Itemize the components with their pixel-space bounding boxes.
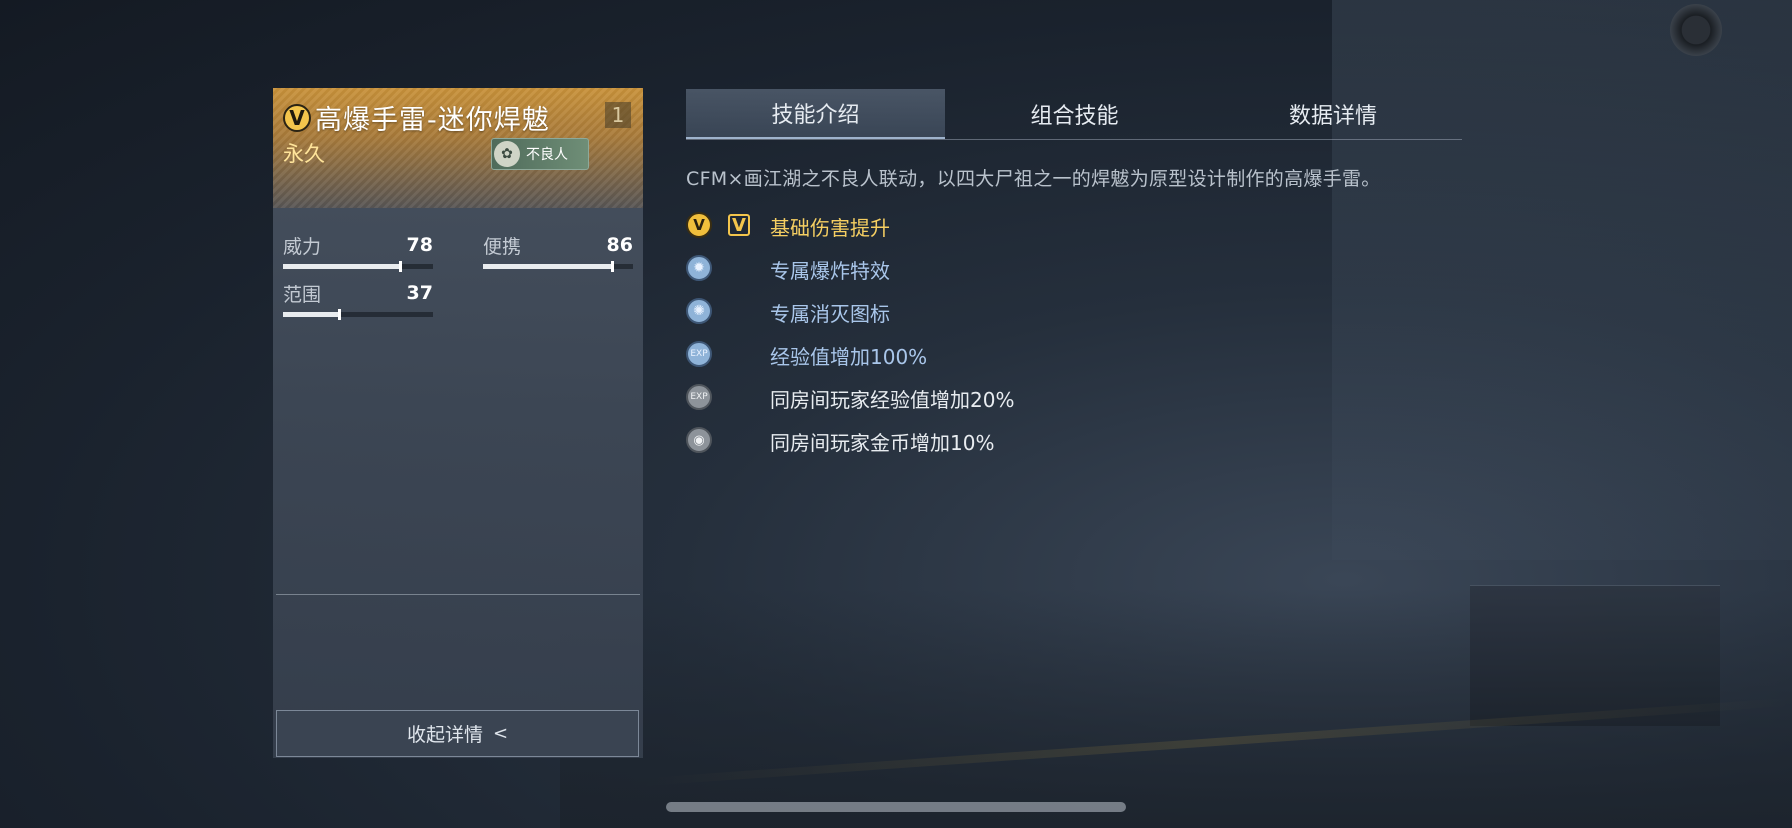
item-title-row: V 高爆手雷-迷你焊魃 (283, 98, 550, 137)
stat-range: 范围 37 (283, 280, 433, 320)
item-card-header: V 高爆手雷-迷你焊魃 1 永久 ✿ 不良人 (273, 88, 643, 208)
stat-label: 范围 (283, 284, 322, 306)
collab-emblem-icon: ✿ (494, 141, 520, 167)
skill-description: CFM×画江湖之不良人联动，以四大尸祖之一的焊魃为原型设计制作的高爆手雷。 (686, 168, 1381, 190)
stat-portability: 便携 86 (483, 232, 633, 272)
collab-tag-badge: ✿ 不良人 (491, 138, 589, 170)
room-coin-icon: ◉ (686, 427, 712, 453)
collapse-details-label: 收起详情 (406, 724, 483, 746)
stat-label: 威力 (283, 236, 322, 258)
stat-bar-fill (283, 261, 402, 272)
v-emblem-icon: V (728, 214, 750, 236)
home-indicator[interactable] (666, 802, 1126, 812)
stat-value: 37 (406, 282, 433, 304)
tab-skill-intro[interactable]: 技能介绍 (686, 89, 945, 139)
corner-round-button[interactable] (1670, 4, 1722, 56)
card-divider (276, 594, 640, 595)
item-detail-card: V 高爆手雷-迷你焊魃 1 永久 ✿ 不良人 威力 78 便携 86 范围 37… (273, 88, 643, 758)
exp-icon: EXP (686, 341, 712, 367)
skill-label: 基础伤害提升 (770, 216, 890, 240)
tab-combo-skills[interactable]: 组合技能 (945, 89, 1204, 139)
background-floor-stripe (641, 697, 1791, 787)
background-crate (1470, 585, 1720, 726)
room-exp-icon: EXP (686, 384, 712, 410)
stat-value: 86 (606, 234, 633, 256)
stat-power: 威力 78 (283, 232, 433, 272)
detail-tabs: 技能介绍 组合技能 数据详情 (686, 89, 1462, 140)
item-title: 高爆手雷-迷你焊魃 (315, 105, 550, 136)
background-window (1332, 0, 1792, 560)
skill-label: 专属爆炸特效 (770, 259, 890, 283)
kill-icon-icon: ✺ (686, 298, 712, 324)
stat-bar (283, 309, 433, 320)
skill-label: 同房间玩家金币增加10% (770, 431, 995, 455)
stat-bar-fill (283, 309, 340, 320)
stat-value: 78 (406, 234, 433, 256)
skill-label: 经验值增加100% (770, 345, 928, 369)
tab-data-details[interactable]: 数据详情 (1204, 89, 1462, 139)
skill-label: 同房间玩家经验值增加20% (770, 388, 1015, 412)
background-floor (560, 588, 1792, 828)
stat-bar-fill (483, 261, 614, 272)
explosion-effect-icon: ✹ (686, 255, 712, 281)
skill-label: 专属消灭图标 (770, 302, 890, 326)
collab-tag-label: 不良人 (526, 147, 568, 163)
stat-bar (283, 261, 433, 272)
chevron-left-icon: < (492, 723, 509, 744)
collapse-details-button[interactable]: 收起详情 < (276, 710, 639, 757)
v-rank-icon: V (283, 103, 311, 132)
item-duration: 永久 (283, 142, 325, 166)
stat-label: 便携 (483, 236, 522, 258)
stat-bar (483, 261, 633, 272)
v-rank-icon: V (686, 212, 712, 238)
item-count-badge: 1 (605, 102, 631, 128)
